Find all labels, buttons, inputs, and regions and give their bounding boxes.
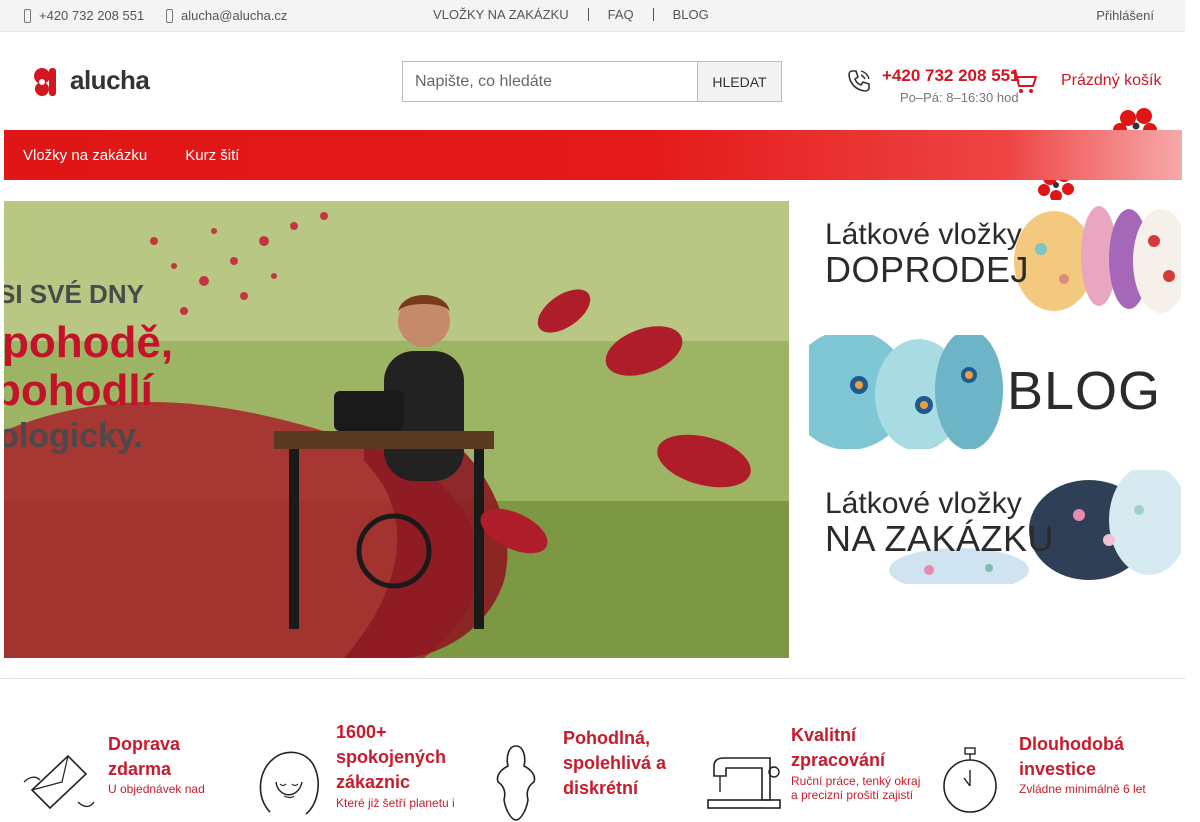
pad-icon xyxy=(496,745,536,821)
banner-sale-subtitle: Látkové vložky xyxy=(825,218,1022,251)
logo-flower-icon xyxy=(34,68,56,96)
nav-sewing-course[interactable]: Kurz šití xyxy=(166,147,258,164)
stopwatch-icon xyxy=(943,747,997,813)
feature-desc: Ruční práce, tenký okraj a precizní proš… xyxy=(791,774,921,803)
feature-title: 1600+ spokojených zákaznic xyxy=(336,722,447,792)
search-input[interactable] xyxy=(402,61,697,102)
phone-icon xyxy=(24,8,31,23)
cart-icon[interactable] xyxy=(1010,70,1038,96)
topbar-email[interactable]: alucha@alucha.cz xyxy=(166,8,287,23)
topbar-email-text: alucha@alucha.cz xyxy=(181,8,288,23)
topbar-phone-text: +420 732 208 551 xyxy=(39,8,145,23)
banner-blog[interactable]: BLOG xyxy=(809,335,1181,449)
hero-line-3: pohodlí xyxy=(4,366,153,415)
hotline-hours: Po–Pá: 8–16:30 hod xyxy=(900,90,1019,105)
search-form: HLEDAT xyxy=(402,61,782,102)
site-logo[interactable]: alucha xyxy=(30,62,150,98)
cart-label[interactable]: Prázdný košík xyxy=(1061,72,1161,90)
top-bar: +420 732 208 551 alucha@alucha.cz VLOŽKY… xyxy=(0,0,1185,32)
feature-title: Pohodlná, spolehlivá a diskrétní xyxy=(563,728,667,798)
banner-sale-text: Látkové vložky DOPRODEJ xyxy=(825,219,1029,288)
banner-sale-title: DOPRODEJ xyxy=(825,248,1030,290)
phone-call-icon xyxy=(848,70,870,92)
woman-face-icon xyxy=(259,751,319,815)
feature-title: Dlouhodobá investice xyxy=(1019,734,1124,779)
nav-custom-pads[interactable]: Vložky na zakázku xyxy=(4,147,166,164)
sewing-machine-icon xyxy=(707,757,781,809)
logo-text: alucha xyxy=(70,64,150,95)
topbar-link-blog[interactable]: BLOG xyxy=(654,7,728,22)
feature-desc: Které již šetří planetu i xyxy=(336,796,455,810)
topbar-phone[interactable]: +420 732 208 551 xyxy=(24,8,144,23)
banner-blog-title: BLOG xyxy=(1006,361,1161,421)
feature-title: Kvalitní zpracování xyxy=(791,725,886,770)
hero-line-4: ologicky. xyxy=(4,417,143,455)
envelope-icon xyxy=(166,8,173,23)
hero-line-1: SI SVÉ DNY xyxy=(4,279,144,309)
feature-desc: U objednávek nad xyxy=(108,782,205,796)
envelope-wings-icon xyxy=(23,754,95,810)
banner-custom-text: Látkové vložky NA ZAKÁZKU xyxy=(825,488,1054,557)
topbar-nav: VLOŽKY NA ZAKÁZKU FAQ BLOG xyxy=(433,7,728,22)
feature-title: Doprava zdarma xyxy=(108,734,181,779)
hero-line-2: pohodě, xyxy=(4,318,174,367)
hero-banner[interactable]: SI SVÉ DNY pohodě, pohodlí ologicky. xyxy=(4,201,789,658)
search-button[interactable]: HLEDAT xyxy=(697,61,782,102)
banner-custom[interactable]: Látkové vložky NA ZAKÁZKU xyxy=(809,470,1181,584)
banner-sale[interactable]: Látkové vložky DOPRODEJ xyxy=(809,201,1181,315)
topbar-link-custom-pads[interactable]: VLOŽKY NA ZAKÁZKU xyxy=(433,7,588,22)
topbar-link-faq[interactable]: FAQ xyxy=(589,7,653,22)
banner-custom-title: NA ZAKÁZKU xyxy=(825,517,1055,559)
section-divider xyxy=(0,678,1185,679)
feature-desc: Zvládne minimálně 6 let xyxy=(1019,782,1146,796)
main-navigation: Vložky na zakázku Kurz šití xyxy=(4,130,1182,180)
hero-headline: SI SVÉ DNY pohodě, pohodlí ologicky. xyxy=(4,281,173,453)
login-link[interactable]: Přihlášení xyxy=(1096,8,1154,23)
hotline-number: +420 732 208 551 xyxy=(882,66,1020,85)
banner-custom-subtitle: Látkové vložky xyxy=(825,487,1022,520)
